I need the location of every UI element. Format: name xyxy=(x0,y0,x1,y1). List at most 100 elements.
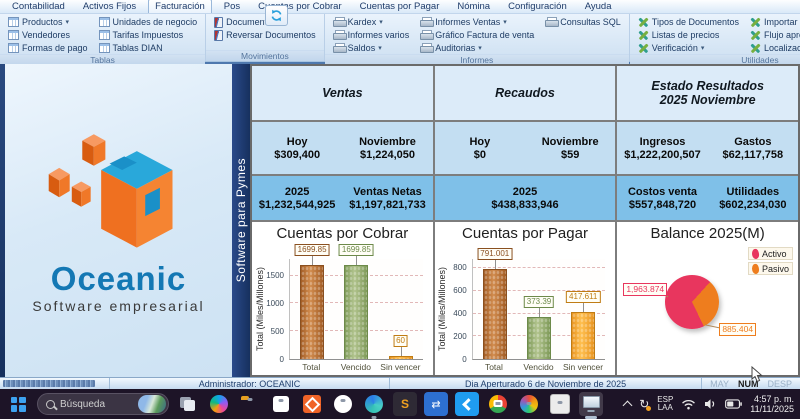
ribbon-item-verificacion[interactable]: Verificación ▾ xyxy=(636,42,741,54)
bar-vencido xyxy=(344,264,369,359)
y-tick-label: 200 xyxy=(453,332,467,342)
tray-language-line2: LAA xyxy=(657,403,673,412)
menu-tab-nomina[interactable]: Nómina xyxy=(451,0,496,13)
table-icon xyxy=(98,30,110,40)
status-flag-may: MAY xyxy=(710,378,729,389)
ribbon-item-listas-de-precios[interactable]: Listas de precios xyxy=(636,29,741,41)
panel-header-estado-resultados: Estado Resultados 2025 Noviembre xyxy=(617,66,798,120)
tray-sync-icon[interactable] xyxy=(639,398,652,411)
microsoft-store-icon[interactable] xyxy=(269,392,293,416)
ribbon-item-kardex[interactable]: Kardex ▾ xyxy=(331,16,412,28)
bar-total xyxy=(300,264,325,359)
ribbon-item-informes-varios[interactable]: Informes varios xyxy=(331,29,412,41)
chart-cuentas-por-cobrar: Cuentas por Cobrar Total (Miles/Millones)… xyxy=(252,222,433,375)
tray-language[interactable]: ESP LAA xyxy=(657,395,673,413)
menu-tab-contabilidad[interactable]: Contabilidad xyxy=(6,0,71,13)
printer-icon xyxy=(420,30,435,40)
chrome-icon[interactable] xyxy=(486,392,510,416)
ribbon-item-unidades-de-negocio[interactable]: Unidades de negocio xyxy=(97,16,200,28)
ribbon-item-vendedores[interactable]: Vendedores xyxy=(6,29,90,41)
oceanic-logo xyxy=(48,133,173,248)
ribbon-item-label: Verificación xyxy=(651,43,698,53)
x-tick-label: Total xyxy=(484,362,503,372)
chart-title: Cuentas por Cobrar xyxy=(276,225,409,242)
status-flag-desp: DESP xyxy=(767,378,792,389)
system-tray: ESP LAA 4:57 p. m. 11/11/2025 xyxy=(622,394,794,414)
legend-swatch xyxy=(750,247,761,260)
ribbon-item-localizaciones[interactable]: Localizaciones xyxy=(748,42,800,54)
microsoft-365-icon[interactable] xyxy=(331,392,355,416)
menu-tab-pos[interactable]: Pos xyxy=(218,0,246,13)
screen: { "menu": { "active_index": 2, "tabs": [… xyxy=(0,0,800,419)
sublime-text-icon[interactable]: S xyxy=(393,392,417,416)
metric-noviembre: Noviembre $59 xyxy=(525,122,615,174)
vscode-icon[interactable] xyxy=(455,392,479,416)
ribbon-item-informes-ventas[interactable]: Informes Ventas ▾ xyxy=(418,16,536,28)
edge-icon[interactable] xyxy=(362,392,386,416)
legend-item-activo: Activo xyxy=(747,247,793,260)
ribbon-item-auditorias[interactable]: Auditorias ▾ xyxy=(418,42,536,54)
ribbon-item-label: Gráfico Factura de venta xyxy=(435,30,535,40)
taskbar-icons: S ⇄ xyxy=(176,392,603,416)
battery-icon[interactable] xyxy=(725,399,743,409)
y-tick-label: 600 xyxy=(453,286,467,296)
side-banner: Software para Pymes xyxy=(232,64,250,377)
metric-costos-venta: Costos venta $557,848,720 xyxy=(617,176,707,220)
tray-chevron-up-icon[interactable] xyxy=(622,400,633,411)
ribbon-item-flujo-aprobacion-documentos[interactable]: Flujo aprobación documentos xyxy=(748,29,800,41)
ribbon-item-consultas-sql[interactable]: Consultas SQL xyxy=(543,16,623,28)
metric-label: Noviembre xyxy=(541,135,599,148)
y-tick-label: 1000 xyxy=(266,298,284,308)
label-connector xyxy=(583,302,585,312)
ribbon-item-label: Tipos de Documentos xyxy=(651,17,740,27)
start-button[interactable] xyxy=(6,392,30,416)
file-explorer-icon[interactable] xyxy=(238,392,262,416)
ribbon-item-importar-documentos[interactable]: Importar documentos xyxy=(748,16,800,28)
taskbar-clock[interactable]: 4:57 p. m. 11/11/2025 xyxy=(750,394,794,414)
menu-tab-cuentas-por-pagar[interactable]: Cuentas por Pagar xyxy=(354,0,446,13)
copilot-icon[interactable] xyxy=(207,392,231,416)
ribbon-item-tarifas-impuestos[interactable]: Tarifas Impuestos xyxy=(97,29,200,41)
status-bar: Administrador: OCEANIC Dia Aperturado 6 … xyxy=(0,377,800,389)
paint-icon[interactable] xyxy=(517,392,541,416)
blue-arrows-app-icon[interactable]: ⇄ xyxy=(424,392,448,416)
ribbon-item-grafico-factura-de-venta[interactable]: Gráfico Factura de venta xyxy=(418,29,536,41)
printer-icon xyxy=(332,17,347,27)
legend-item-pasivo: Pasivo xyxy=(747,262,793,275)
orange-diamond-app-icon[interactable] xyxy=(300,392,324,416)
menu-tab-facturacion[interactable]: Facturación xyxy=(148,0,212,13)
refresh-button[interactable] xyxy=(265,5,288,26)
task-view-icon[interactable] xyxy=(176,392,200,416)
metric-label: Gastos xyxy=(734,135,772,148)
metric-value: $1,224,050 xyxy=(359,148,416,161)
y-tick-label: 1500 xyxy=(266,270,284,280)
menu-tab-ayuda[interactable]: Ayuda xyxy=(579,0,618,13)
ribbon-item-formas-de-pago[interactable]: Formas de pago xyxy=(6,42,90,54)
taskbar-search[interactable]: Búsqueda xyxy=(37,393,169,415)
status-open-day: Dia Aperturado 6 de Noviembre de 2025 xyxy=(465,378,627,389)
ribbon-item-label: Localizaciones xyxy=(764,43,800,53)
status-unreadable-text xyxy=(3,380,95,387)
ribbon-item-tablas-dian[interactable]: Tablas DIAN xyxy=(97,42,200,54)
menu-tab-configuracion[interactable]: Configuración xyxy=(502,0,573,13)
ribbon-item-productos[interactable]: Productos ▾ xyxy=(6,16,90,28)
menu-tab-bar: Contabilidad Activos Fijos Facturación Pos C… xyxy=(0,0,800,14)
wifi-icon[interactable] xyxy=(681,399,696,410)
ribbon-group-tablas: Productos ▾ Vendedores Formas de pago Unidad… xyxy=(0,14,207,65)
chart-legend: Activo Pasivo xyxy=(747,247,793,275)
oceanic-erp-icon[interactable] xyxy=(579,392,603,416)
menu-tab-activos-fijos[interactable]: Activos Fijos xyxy=(77,0,142,13)
ribbon-item-label: Consultas SQL xyxy=(560,17,621,27)
speaker-icon[interactable] xyxy=(704,398,717,410)
search-news-thumbnail xyxy=(138,395,166,413)
ribbon-item-reversar-documentos[interactable]: Reversar Documentos xyxy=(212,29,318,41)
windows-logo-icon xyxy=(10,396,26,412)
photos-icon[interactable] xyxy=(548,392,572,416)
side-banner-text: Software para Pymes xyxy=(234,158,248,283)
table-icon xyxy=(98,17,110,27)
ribbon-item-saldos[interactable]: Saldos ▾ xyxy=(331,42,412,54)
panel-header-recaudos: Recaudos xyxy=(434,66,616,120)
ribbon-group-informes: Kardex ▾ Informes varios Saldos ▾ Informes Ve… xyxy=(324,14,630,65)
ribbon-item-tipos-de-documentos[interactable]: Tipos de Documentos xyxy=(636,16,741,28)
summary-row: Hoy $309,400 Noviembre $1,224,050 xyxy=(252,122,433,174)
